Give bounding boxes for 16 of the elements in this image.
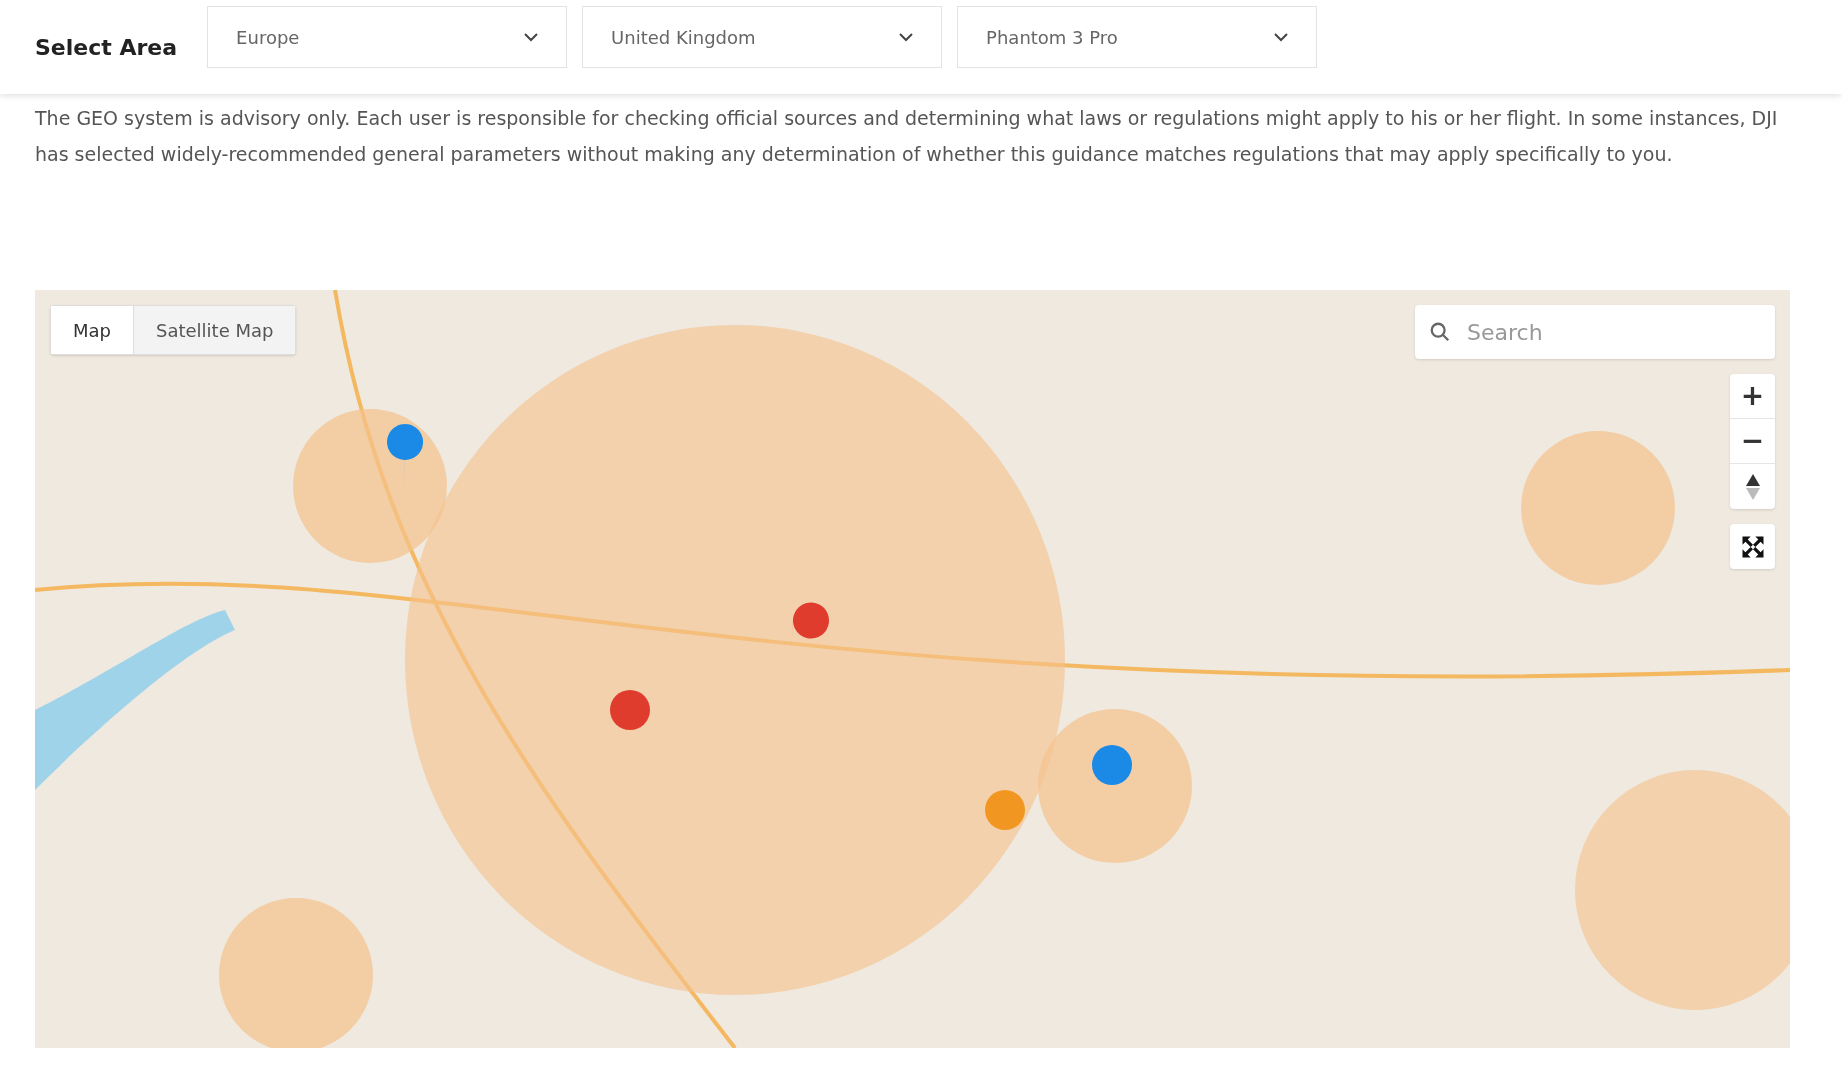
dropdown[interactable]: Europe bbox=[207, 6, 568, 68]
page-title: Select Area bbox=[35, 33, 178, 62]
map-type-tab[interactable]: Satellite Map bbox=[133, 306, 296, 354]
dropdown[interactable]: Phantom 3 Pro bbox=[957, 6, 1318, 68]
disclaimer-text: The GEO system is advisory only. Each user is responsible for checking official sources and determining what laws or regulations might apply to his or her flight. In some instances, DJI has selected widely-recommended general parameters without making any determination of whether this guidance matches regulations that may apply specifically to you. bbox=[35, 106, 1779, 167]
zoom-out-button[interactable]: − bbox=[1730, 419, 1775, 464]
dropdown[interactable]: United Kingdom bbox=[582, 6, 943, 68]
fullscreen-button[interactable] bbox=[1730, 524, 1775, 569]
search-icon bbox=[1429, 321, 1451, 343]
chevron-icon bbox=[1274, 32, 1289, 42]
chevron-icon bbox=[899, 32, 914, 42]
search-field[interactable]: Search bbox=[1415, 305, 1775, 359]
map-type-tab[interactable]: Map bbox=[51, 306, 133, 354]
chevron-icon bbox=[524, 32, 539, 42]
compass-icon bbox=[1745, 473, 1760, 500]
zoom-in-button[interactable]: + bbox=[1730, 374, 1775, 419]
